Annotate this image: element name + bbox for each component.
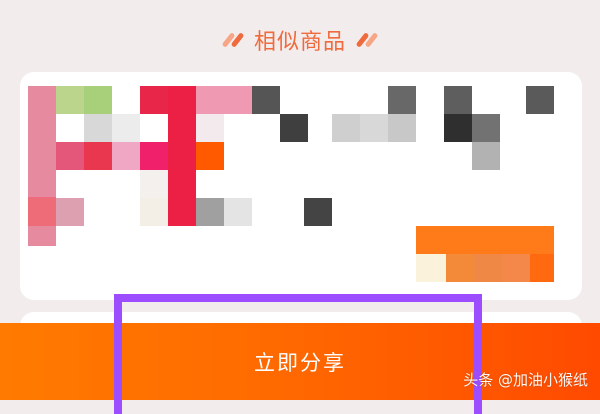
decorative-slash-icon (355, 32, 379, 48)
section-header: 相似商品 (0, 22, 600, 58)
section-title: 相似商品 (253, 30, 346, 55)
similar-products-card[interactable] (20, 72, 582, 300)
decorative-slash-icon (221, 32, 245, 48)
highlight-box (114, 294, 482, 414)
pixelated-product-image (20, 72, 582, 300)
watermark-text: 头条 @加油小猴纸 (463, 371, 588, 389)
